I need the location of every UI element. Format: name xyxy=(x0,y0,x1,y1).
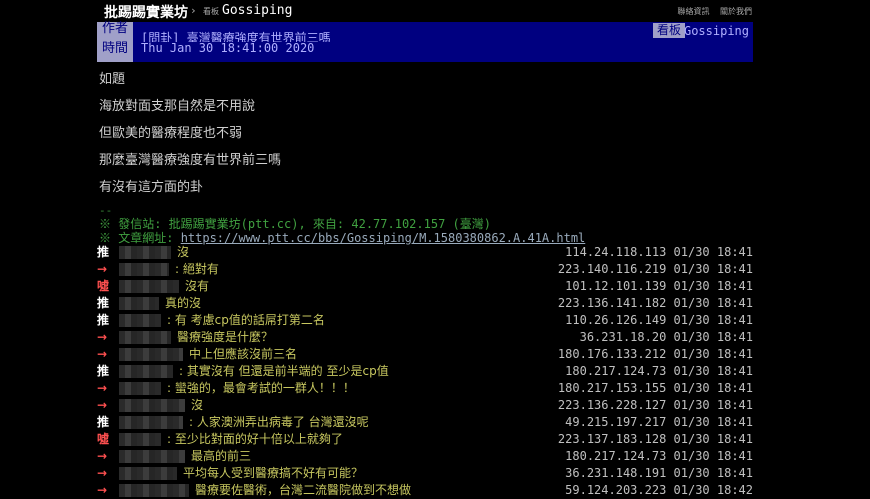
push-row: 噓 : 至少比對面的好十倍以上就夠了 223.137.183.128 01/30 1… xyxy=(97,431,755,448)
push-tag: → xyxy=(97,381,108,395)
push-ip-time: 180.217.124.73 01/30 18:41 xyxy=(565,364,753,378)
push-row: → : 絕對有 223.140.116.219 01/30 18:41 xyxy=(97,261,755,278)
article-header: 作者 [問卦] 臺灣醫療強度有世界前三嗎 看板 Gossiping 時間 Thu… xyxy=(97,22,753,62)
body-line: 但歐美的醫療程度也不弱 xyxy=(99,126,243,141)
push-row: → 沒 223.136.228.127 01/30 18:41 xyxy=(97,397,755,414)
user-id-blurred xyxy=(119,280,179,293)
push-tag: → xyxy=(97,483,108,497)
push-ip-time: 223.137.183.128 01/30 18:41 xyxy=(557,432,753,446)
site-name-link[interactable]: 批踢踢實業坊 xyxy=(104,2,188,22)
breadcrumb-separator: › xyxy=(190,4,197,17)
push-tag: → xyxy=(97,347,108,361)
article-time: Thu Jan 30 18:41:00 2020 xyxy=(141,41,315,55)
push-row: 推 : 有 考慮cp值的話屌打第二名 110.26.126.149 01/30 18… xyxy=(97,312,755,329)
push-message: 醫療要佐醫術，台灣二流醫院做到不想做 xyxy=(195,483,412,497)
push-ip-time: 36.231.148.191 01/30 18:41 xyxy=(565,466,753,480)
push-row: → 最高的前三 180.217.124.73 01/30 18:41 xyxy=(97,448,755,465)
push-message: 沒 xyxy=(191,398,204,412)
push-row: 噓 沒有 101.12.101.139 01/30 18:41 xyxy=(97,278,755,295)
push-message: 中上但應該沒前三名 xyxy=(189,347,298,361)
user-id-blurred xyxy=(119,382,161,395)
push-message: 平均每人受到醫療搞不好有可能？ xyxy=(183,466,364,480)
push-row: 推 : 其實沒有 但還是前半端的 至少是cp值 180.217.124.73 01/… xyxy=(97,363,755,380)
push-ip-time: 110.26.126.149 01/30 18:41 xyxy=(565,313,753,327)
user-id-blurred xyxy=(119,433,161,446)
push-row: → 中上但應該沒前三名 180.176.133.212 01/30 18:41 xyxy=(97,346,755,363)
board-link[interactable]: Gossiping xyxy=(222,3,292,18)
push-ip-time: 180.176.133.212 01/30 18:41 xyxy=(557,347,753,361)
push-message: : 蠻強的，最會考試的一群人！！！ xyxy=(167,381,355,395)
push-tag: 噓 xyxy=(97,432,110,446)
board-tag: 看板 xyxy=(203,7,219,16)
time-label: 時間 xyxy=(97,42,133,62)
push-row: 推 真的沒 223.136.141.182 01/30 18:41 xyxy=(97,295,755,312)
time-row: 時間 Thu Jan 30 18:41:00 2020 xyxy=(97,41,753,62)
contact-link[interactable]: 聯絡資訊 xyxy=(677,7,709,16)
push-row: → 醫療要佐醫術，台灣二流醫院做到不想做 59.124.203.223 01/30 … xyxy=(97,482,755,499)
push-ip-time: 49.215.197.217 01/30 18:41 xyxy=(565,415,753,429)
user-id-blurred xyxy=(119,246,171,259)
user-id-blurred xyxy=(119,331,171,344)
url-prefix: ※ 文章網址: xyxy=(99,231,181,245)
top-links: 聯絡資訊 關於我們 xyxy=(669,6,752,17)
push-tag: 推 xyxy=(97,296,110,310)
push-message: 沒 xyxy=(177,245,190,259)
push-message: 最高的前三 xyxy=(191,449,252,463)
push-message: 真的沒 xyxy=(165,296,202,310)
push-row: → 平均每人受到醫療搞不好有可能？ 36.231.148.191 01/30 18:… xyxy=(97,465,755,482)
push-tag: → xyxy=(97,262,108,276)
push-message: : 其實沒有 但還是前半端的 至少是cp值 xyxy=(179,364,389,378)
push-tag: → xyxy=(97,330,108,344)
top-bar: 批踢踢實業坊 › 看板 Gossiping 聯絡資訊 關於我們 xyxy=(0,0,870,22)
push-ip-time: 223.136.141.182 01/30 18:41 xyxy=(557,296,753,310)
board-label: 看板 xyxy=(652,23,685,38)
push-ip-time: 59.124.203.223 01/30 18:42 xyxy=(565,483,753,497)
user-id-blurred xyxy=(119,314,161,327)
article-url-link[interactable]: https://www.ptt.cc/bbs/Gossiping/M.15803… xyxy=(181,231,586,245)
author-label: 作者 xyxy=(97,22,133,42)
push-ip-time: 223.136.228.127 01/30 18:41 xyxy=(557,398,753,412)
push-tag: → xyxy=(97,449,108,463)
body-line: 海放對面支那自然是不用說 xyxy=(99,99,256,114)
push-row: 推 沒 114.24.118.113 01/30 18:41 xyxy=(97,244,755,261)
push-message: 醫療強度是什麼？ xyxy=(177,330,274,344)
user-id-blurred xyxy=(119,348,183,361)
push-tag: → xyxy=(97,466,108,480)
about-link[interactable]: 關於我們 xyxy=(720,7,752,16)
push-tag: → xyxy=(97,398,108,412)
push-ip-time: 223.140.116.219 01/30 18:41 xyxy=(557,262,753,276)
push-ip-time: 101.12.101.139 01/30 18:41 xyxy=(565,279,753,293)
user-id-blurred xyxy=(119,416,183,429)
push-message: : 絕對有 xyxy=(175,262,219,276)
push-row: 推 : 人家澳洲弄出病毒了 台灣還沒呢 49.215.197.217 01/30 1… xyxy=(97,414,755,431)
push-row: → : 蠻強的，最會考試的一群人！！！ 180.217.153.155 01/30 … xyxy=(97,380,755,397)
push-tag: 噓 xyxy=(97,279,110,293)
article-body: 如題 海放對面支那自然是不用說 但歐美的醫療程度也不弱 那麼臺灣醫療強度有世界前… xyxy=(99,70,281,205)
push-ip-time: 114.24.118.113 01/30 18:41 xyxy=(565,245,753,259)
push-message: 沒有 xyxy=(185,279,210,293)
push-message: : 至少比對面的好十倍以上就夠了 xyxy=(167,432,343,446)
user-id-blurred xyxy=(119,467,177,480)
push-tag: 推 xyxy=(97,313,110,327)
push-message: : 有 考慮cp值的話屌打第二名 xyxy=(167,313,325,327)
push-tag: 推 xyxy=(97,415,110,429)
push-ip-time: 180.217.124.73 01/30 18:41 xyxy=(565,449,753,463)
user-id-blurred xyxy=(119,365,173,378)
user-id-blurred xyxy=(119,484,189,497)
push-tag: 推 xyxy=(97,245,110,259)
push-ip-time: 36.231.18.20 01/30 18:41 xyxy=(579,330,753,344)
push-ip-time: 180.217.153.155 01/30 18:41 xyxy=(557,381,753,395)
push-tag: 推 xyxy=(97,364,110,378)
push-message: : 人家澳洲弄出病毒了 台灣還沒呢 xyxy=(189,415,369,429)
push-row: → 醫療強度是什麼？ 36.231.18.20 01/30 18:41 xyxy=(97,329,755,346)
body-line: 有沒有這方面的卦 xyxy=(99,180,204,195)
user-id-blurred xyxy=(119,263,169,276)
body-line: 那麼臺灣醫療強度有世界前三嗎 xyxy=(99,153,282,168)
body-line: 如題 xyxy=(99,72,126,87)
user-id-blurred xyxy=(119,450,185,463)
user-id-blurred xyxy=(119,399,185,412)
board-name: Gossiping xyxy=(683,24,749,38)
user-id-blurred xyxy=(119,297,159,310)
